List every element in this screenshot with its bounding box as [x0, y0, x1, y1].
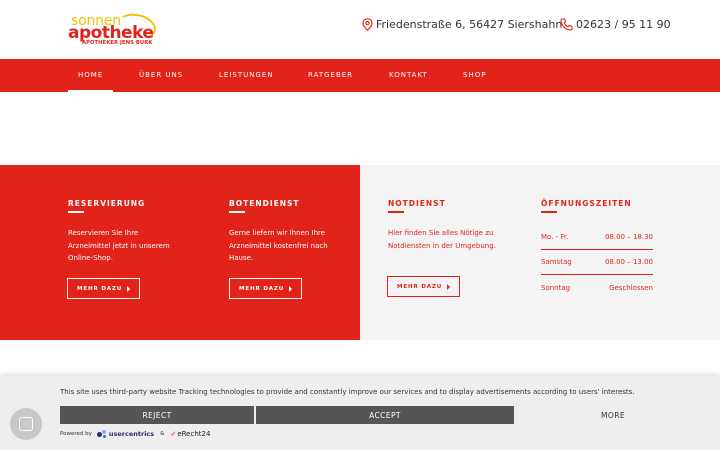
nav-leistungen[interactable]: LEISTUNGEN — [219, 59, 274, 92]
botendienst-title: BOTENDIENST — [229, 199, 300, 208]
header-phone[interactable]: 02623 / 95 11 90 — [560, 16, 671, 32]
ampersand: & — [160, 431, 165, 437]
phone-icon — [560, 17, 573, 31]
title-underline — [229, 211, 245, 213]
button-label: MEHR DAZU — [397, 283, 443, 290]
reservierung-text: Reservieren Sie Ihre Arzneimittel jetzt … — [68, 229, 170, 262]
opening-hours-table: Mo. - Fr. 08.00 – 18.30 Samstag 08.00 – … — [541, 225, 653, 300]
hours-time: 08.00 – 13.00 — [604, 258, 653, 266]
usercentrics-logo[interactable]: usercentrics — [96, 430, 155, 438]
header-address: Friedenstraße 6, 56427 Siershahn — [362, 16, 562, 32]
reservierung-title: RESERVIERUNG — [68, 199, 146, 208]
title-underline — [68, 211, 84, 213]
oeffnungszeiten-title: ÖFFNUNGSZEITEN — [541, 199, 632, 208]
logo-line-3: APOTHEKER JENS BURK — [82, 40, 153, 46]
erecht24-logo[interactable]: ✓ eRecht24 — [170, 430, 210, 438]
consent-message: This site uses third-party website Track… — [60, 388, 635, 396]
button-label: MEHR DAZU — [239, 285, 285, 292]
privacy-settings-button[interactable] — [10, 408, 42, 440]
nav-home[interactable]: HOME — [67, 59, 114, 92]
hours-time: 08.00 – 18.30 — [604, 233, 653, 241]
notdienst-text: Hier finden Sie alles Nötige zu Notdiens… — [388, 229, 496, 250]
site-header: sonnen apotheke APOTHEKER JENS BURK Frie… — [0, 0, 720, 59]
nav-kontakt[interactable]: KONTAKT — [389, 59, 428, 92]
chevron-right-icon — [127, 285, 131, 292]
fingerprint-icon — [19, 417, 33, 431]
chevron-right-icon — [447, 283, 451, 290]
oeffnungszeiten-section: ÖFFNUNGSZEITEN — [541, 199, 632, 213]
nav-ratgeber[interactable]: RATGEBER — [308, 59, 353, 92]
erecht24-label: eRecht24 — [177, 430, 211, 438]
usercentrics-dots-icon — [96, 430, 107, 438]
more-button[interactable]: MORE — [516, 406, 710, 424]
botendienst-text: Gerne liefern wir Ihnen Ihre Arzneimitte… — [229, 229, 328, 262]
address-text: Friedenstraße 6, 56427 Siershahn — [376, 17, 563, 31]
nav-ueber-uns[interactable]: ÜBER UNS — [139, 59, 183, 92]
erecht24-mark-icon: ✓ — [170, 430, 177, 438]
button-label: MEHR DAZU — [77, 285, 123, 292]
phone-text: 02623 / 95 11 90 — [576, 17, 671, 31]
usercentrics-label: usercentrics — [108, 430, 155, 438]
notdienst-more-button[interactable]: MEHR DAZU — [387, 276, 461, 297]
title-underline — [388, 211, 404, 213]
chevron-right-icon — [289, 285, 293, 292]
info-panel — [360, 165, 720, 340]
accept-button[interactable]: ACCEPT — [256, 406, 514, 424]
map-pin-icon — [362, 17, 373, 31]
hours-time: Geschlossen — [609, 283, 653, 292]
hours-day: Mo. - Fr. — [541, 233, 569, 241]
reservierung-more-button[interactable]: MEHR DAZU — [67, 278, 141, 299]
main-navigation: HOME ÜBER UNS LEISTUNGEN RATGEBER KONTAK… — [0, 59, 720, 92]
title-underline — [541, 211, 557, 213]
notdienst-title: NOTDIENST — [388, 199, 446, 208]
page: sonnen apotheke APOTHEKER JENS BURK Frie… — [0, 0, 720, 450]
consent-footer: Powered by usercentrics & ✓ eRecht24 — [60, 428, 210, 440]
powered-by-label: Powered by — [60, 431, 92, 437]
table-row: Sonntag Geschlossen — [541, 275, 653, 300]
botendienst-section: BOTENDIENST Gerne liefern wir Ihnen Ihre… — [229, 199, 339, 265]
nav-shop[interactable]: SHOP — [463, 59, 486, 92]
notdienst-section: NOTDIENST Hier finden Sie alles Nötige z… — [388, 199, 498, 252]
table-row: Mo. - Fr. 08.00 – 18.30 — [541, 225, 653, 250]
pharmacy-logo[interactable]: sonnen apotheke APOTHEKER JENS BURK — [68, 10, 160, 47]
reservierung-section: RESERVIERUNG Reservieren Sie Ihre Arznei… — [68, 199, 178, 265]
hours-day: Sonntag — [541, 283, 571, 292]
hours-day: Samstag — [541, 258, 572, 266]
cookie-consent-banner: This site uses third-party website Track… — [0, 376, 720, 450]
table-row: Samstag 08.00 – 13.00 — [541, 250, 653, 275]
botendienst-more-button[interactable]: MEHR DAZU — [229, 278, 303, 299]
reject-button[interactable]: REJECT — [60, 406, 254, 424]
